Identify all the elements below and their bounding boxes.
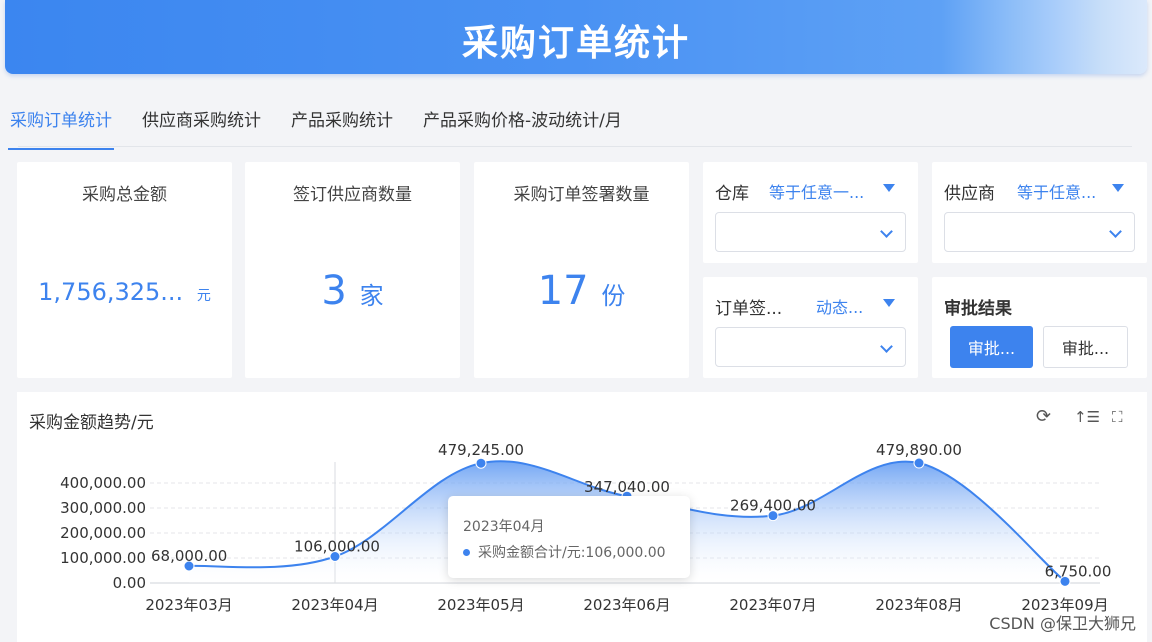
tooltip-row: 采购金额合计/元:106,000.00 (463, 542, 666, 562)
tooltip-title: 2023年04月 (463, 519, 545, 535)
stat-label: 采购订单签署数量 (513, 185, 650, 205)
series-dot-icon (463, 548, 470, 556)
stat-card-supplier-count: 签订供应商数量 3 家 (245, 162, 460, 378)
tab-divider (18, 146, 1132, 147)
tab-supplier-stats[interactable]: 供应商采购统计 (142, 94, 261, 148)
caret-down-icon[interactable] (1112, 184, 1124, 192)
fullscreen-icon[interactable]: ⛶ (1112, 408, 1123, 426)
stat-value-supplier-count: 3 家 (321, 268, 384, 314)
filter-warehouse: 仓库 等于任意一... (703, 162, 918, 263)
refresh-icon[interactable]: ⟳ (1036, 406, 1051, 427)
approval-button-selected[interactable]: 审批... (950, 326, 1033, 368)
filter-mode[interactable]: 等于任意... (1017, 179, 1096, 203)
tab-purchase-order-stats[interactable]: 采购订单统计 (8, 94, 114, 150)
supplier-select[interactable] (944, 212, 1135, 252)
sort-icon[interactable]: ↑☰ (1074, 408, 1100, 426)
tab-product-price-stats[interactable]: 产品采购价格-波动统计/月 (423, 94, 622, 148)
filter-supplier: 供应商 等于任意... (932, 162, 1147, 263)
filter-label: 仓库 (715, 184, 749, 204)
stat-card-total-amount: 采购总金额 1,756,325... 元 (17, 162, 232, 378)
filter-label: 订单签... (715, 299, 783, 319)
stat-value-total-amount: 1,756,325... 元 (38, 278, 211, 306)
page-title: 采购订单统计 (461, 23, 690, 64)
caret-down-icon[interactable] (883, 184, 895, 192)
stat-label: 签订供应商数量 (293, 185, 412, 205)
caret-down-icon[interactable] (883, 299, 895, 307)
sign-date-select[interactable] (715, 327, 906, 367)
chevron-down-icon (880, 340, 893, 353)
approval-title: 审批结果 (944, 299, 1012, 319)
filter-mode[interactable]: 等于任意一... (769, 179, 864, 203)
filter-label: 供应商 (944, 184, 995, 204)
tab-product-stats[interactable]: 产品采购统计 (291, 94, 393, 148)
warehouse-select[interactable] (715, 212, 906, 252)
filter-approval-result: 审批结果 审批... 审批... (932, 277, 1147, 378)
stat-card-order-count: 采购订单签署数量 17 份 (474, 162, 689, 378)
chart-title: 采购金额趋势/元 (29, 413, 154, 433)
chart-tooltip: 2023年04月 采购金额合计/元:106,000.00 (448, 496, 690, 578)
filter-sign-date: 订单签... 动态... (703, 277, 918, 378)
title-banner: 采购订单统计 (5, 0, 1147, 74)
stat-label: 采购总金额 (82, 185, 167, 205)
filter-mode[interactable]: 动态... (816, 294, 863, 318)
chevron-down-icon (1109, 225, 1122, 238)
tab-bar: 采购订单统计 供应商采购统计 产品采购统计 产品采购价格-波动统计/月 (8, 94, 652, 150)
stat-value-order-count: 17 份 (537, 268, 626, 314)
chevron-down-icon (880, 225, 893, 238)
watermark: CSDN @保卫大狮兄 (989, 614, 1136, 633)
approval-button[interactable]: 审批... (1043, 326, 1128, 368)
